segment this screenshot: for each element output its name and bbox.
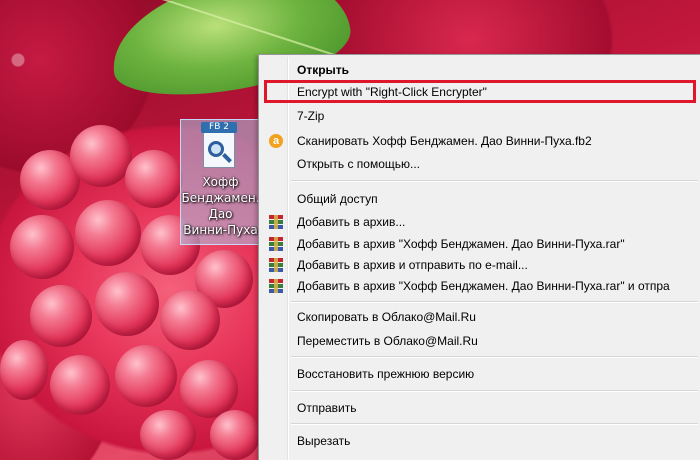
- avast-scan-icon: a: [269, 134, 283, 148]
- menu-item-add-email[interactable]: Добавить в архив и отправить по e-mail..…: [261, 254, 700, 276]
- menu-separator: [291, 180, 698, 182]
- winrar-icon: [269, 258, 283, 272]
- raspberry-drupe: [115, 345, 177, 407]
- menu-item-7zip[interactable]: 7-Zip: [261, 105, 700, 127]
- raspberry-drupe: [210, 410, 260, 460]
- winrar-icon: [269, 215, 283, 229]
- menu-separator: [291, 423, 698, 425]
- menu-item-label: Открыть: [297, 63, 350, 77]
- menu-item-copy-cloud[interactable]: Скопировать в Облако@Mail.Ru: [261, 306, 700, 328]
- menu-item-share[interactable]: Общий доступ: [261, 188, 700, 210]
- menu-item-label: 7-Zip: [297, 109, 325, 123]
- winrar-icon: [269, 279, 283, 293]
- menu-item-move-cloud[interactable]: Переместить в Облако@Mail.Ru: [261, 330, 700, 352]
- winrar-icon: [269, 237, 283, 251]
- encrypt-highlight-box: [264, 80, 696, 103]
- fb2-document-icon: [203, 128, 235, 168]
- menu-item-label: Переместить в Облако@Mail.Ru: [297, 334, 478, 348]
- menu-item-label: Отправить: [297, 401, 357, 415]
- raspberry-drupe: [95, 272, 159, 336]
- raspberry-drupe: [75, 200, 141, 266]
- menu-item-scan[interactable]: a Сканировать Хофф Бенджамен. Дао Винни-…: [261, 130, 700, 152]
- desktop-file-fb2[interactable]: FB 2 Хофф Бенджамен. Дао Винни-Пуха: [180, 119, 260, 245]
- menu-item-label: Добавить в архив "Хофф Бенджамен. Дао Ви…: [297, 237, 625, 251]
- menu-separator: [291, 390, 698, 392]
- raspberry-drupe: [140, 410, 196, 460]
- menu-separator: [291, 356, 698, 358]
- menu-item-cut[interactable]: Вырезать: [261, 430, 700, 452]
- menu-item-label: Открыть с помощью...: [297, 157, 421, 171]
- menu-item-open[interactable]: Открыть: [261, 59, 700, 81]
- raspberry-drupe: [0, 340, 48, 400]
- file-name-label: Хофф Бенджамен. Дао Винни-Пуха: [181, 175, 260, 237]
- menu-item-add-rar-email[interactable]: Добавить в архив "Хофф Бенджамен. Дао Ви…: [261, 275, 700, 297]
- raspberry-drupe: [50, 355, 110, 415]
- menu-item-label: Добавить в архив "Хофф Бенджамен. Дао Ви…: [297, 279, 670, 293]
- menu-item-label: Добавить в архив...: [297, 215, 406, 229]
- menu-item-add-archive[interactable]: Добавить в архив...: [261, 211, 700, 233]
- menu-item-label: Добавить в архив и отправить по e-mail..…: [297, 258, 528, 272]
- menu-item-label: Скопировать в Облако@Mail.Ru: [297, 310, 476, 324]
- menu-item-label: Восстановить прежнюю версию: [297, 367, 475, 381]
- raspberry-drupe: [160, 290, 220, 350]
- raspberry-drupe: [10, 215, 74, 279]
- raspberry-drupe: [30, 285, 92, 347]
- context-menu: Открыть Encrypt with "Right-Click Encryp…: [258, 54, 700, 460]
- menu-item-label: Общий доступ: [297, 192, 378, 206]
- menu-separator: [291, 301, 698, 303]
- menu-item-label: Вырезать: [297, 434, 351, 448]
- menu-item-open-with[interactable]: Открыть с помощью...: [261, 153, 700, 175]
- raspberry-drupe: [180, 360, 238, 418]
- menu-item-restore-version[interactable]: Восстановить прежнюю версию: [261, 363, 700, 385]
- raspberry-drupe: [125, 150, 183, 208]
- menu-item-label: Сканировать Хофф Бенджамен. Дао Винни-Пу…: [297, 134, 592, 148]
- fb2-badge: FB 2: [201, 122, 237, 133]
- raspberry-drupe: [70, 125, 132, 187]
- magnifier-handle: [222, 153, 232, 163]
- menu-item-send-to[interactable]: Отправить: [261, 397, 700, 419]
- menu-item-add-rar[interactable]: Добавить в архив "Хофф Бенджамен. Дао Ви…: [261, 233, 700, 255]
